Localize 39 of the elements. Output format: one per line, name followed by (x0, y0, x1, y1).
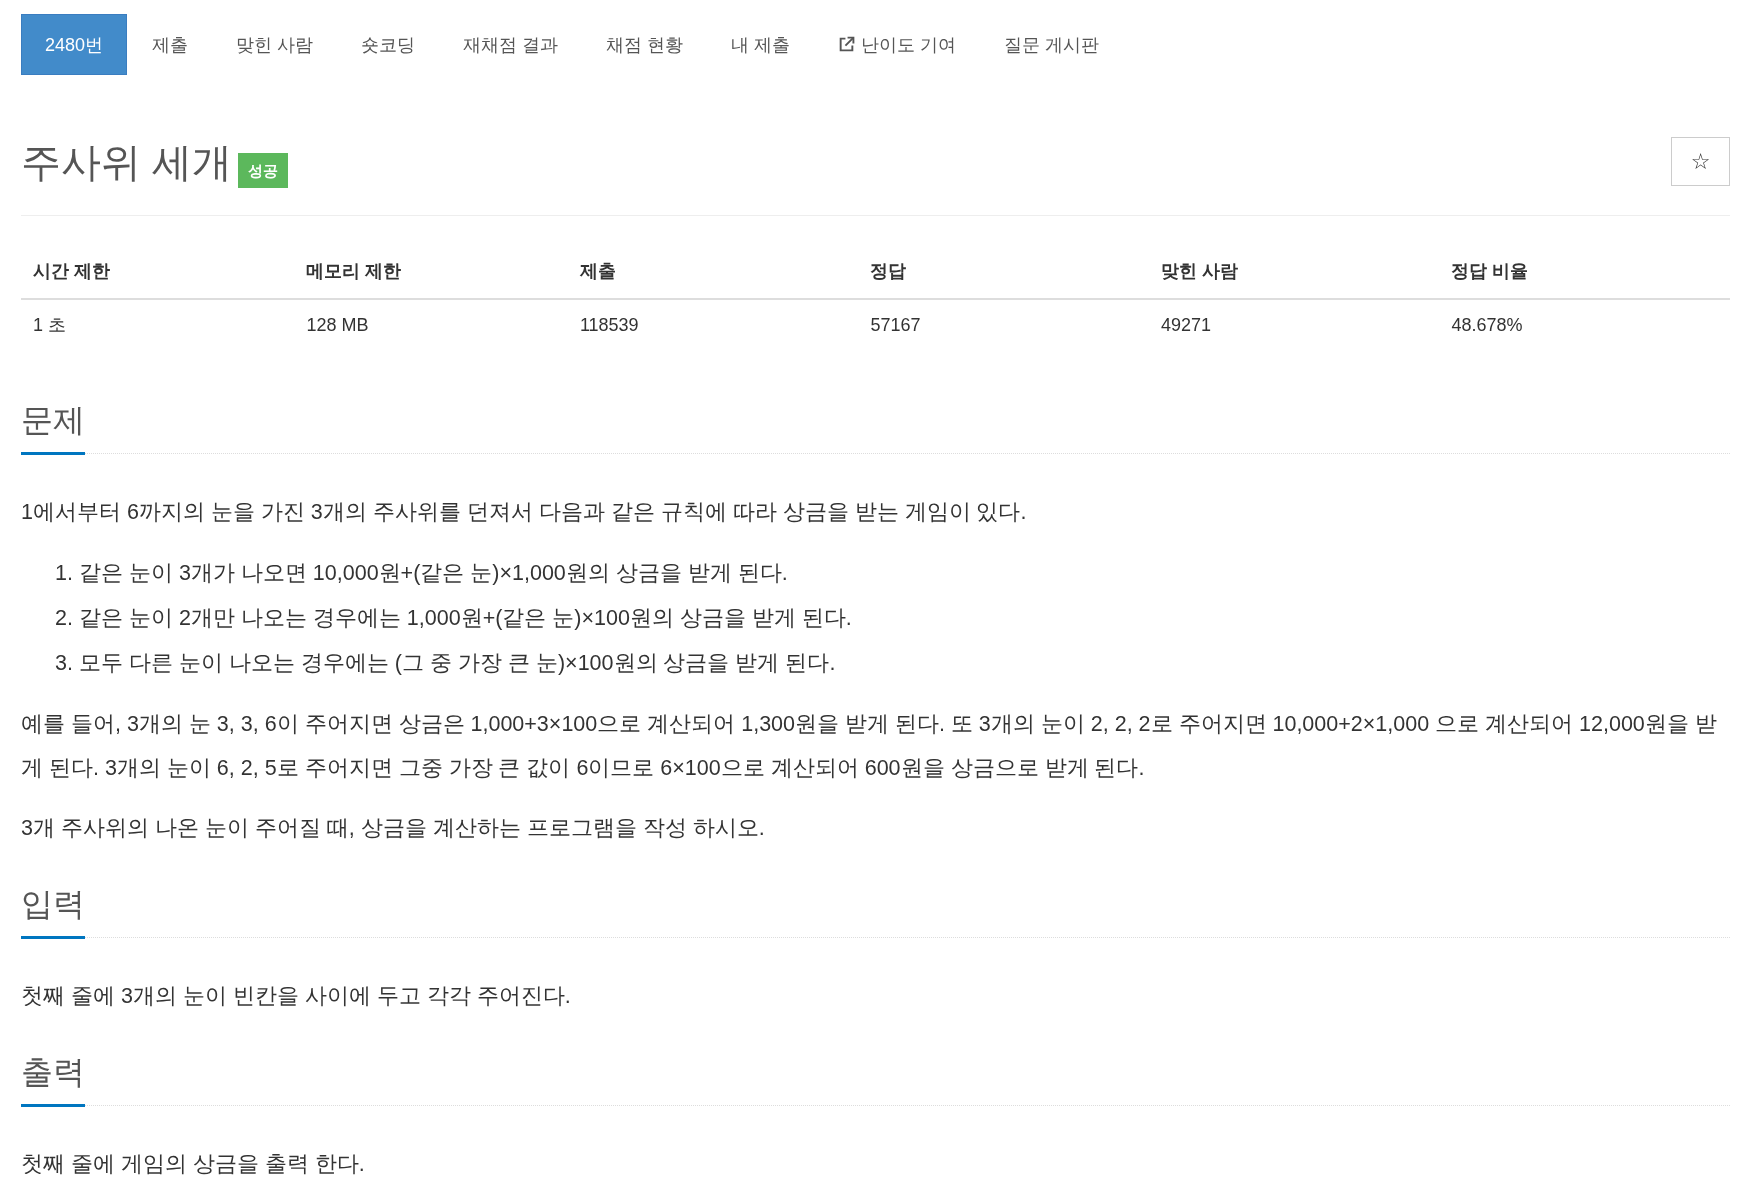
table-cell: 57167 (858, 299, 1149, 350)
table-cell: 128 MB (294, 299, 568, 350)
tab[interactable]: 맞힌 사람 (213, 14, 337, 75)
list-item-text: 같은 눈이 3개가 나오면 10,000원+(같은 눈)×1,000원의 상금을 받게 된다. (79, 560, 789, 587)
list-number: 1. (54, 560, 73, 587)
table-header-cell: 맞힌 사람 (1148, 244, 1440, 299)
tab[interactable]: 숏코딩 (338, 14, 439, 75)
table-cell: 48.678% (1439, 299, 1730, 350)
table-header-cell: 시간 제한 (21, 244, 295, 299)
section-heading: 문제 (21, 400, 85, 455)
section-heading: 출력 (21, 1052, 85, 1107)
table-header-cell: 제출 (567, 244, 859, 299)
tab[interactable]: 재채점 결과 (440, 14, 582, 75)
table-header-cell: 정답 (858, 244, 1149, 299)
list-item-text: 모두 다른 눈이 나오는 경우에는 (그 중 가장 큰 눈)×100원의 상금을 받게 된다. (79, 650, 837, 677)
tab[interactable]: 2480번 (21, 14, 128, 75)
table-cell: 118539 (567, 299, 859, 350)
paragraph: 3개 주사위의 나온 눈이 주어질 때, 상금을 계산하는 프로그램을 작성 하시오. (21, 815, 766, 842)
tab[interactable]: 채점 현황 (583, 14, 707, 75)
favorite-button[interactable]: ☆ (1671, 137, 1730, 186)
external-link-icon (838, 36, 856, 53)
paragraph: 1에서부터 6까지의 눈을 가진 3개의 주사위를 던져서 다음과 같은 규칙에 따라 상금을 받는 게임이 있다. (21, 499, 1028, 526)
problem-title: 주사위 세개 (21, 138, 233, 186)
section-heading: 입력 (21, 884, 85, 939)
tab[interactable]: 난이도 기여 (815, 14, 980, 75)
list-number: 3. (54, 650, 73, 677)
table-cell: 1 초 (21, 299, 295, 350)
paragraph: 예를 들어, 3개의 눈 3, 3, 6이 주어지면 상금은 1,000+3×100으로 계산되어 1,300원을 받게 된다. 또 3개의 눈이 2, 2, 2로 주어지면 10,000+2×1,000 으로 계산되어 12,000원을 받게 된다. 3개의 눈이 6, 2, 5로 주어지면 그중 가장 큰 값이 6이므로 6×100으로 계산되어 600원을 상금으로 받게 된다. (21, 711, 1718, 782)
list-item-text: 같은 눈이 2개만 나오는 경우에는 1,000원+(같은 눈)×100원의 상금을 받게 된다. (79, 605, 853, 632)
table-header-cell: 정답 비율 (1439, 244, 1730, 299)
result-badge: 성공 (238, 153, 289, 188)
paragraph: 첫째 줄에 게임의 상금을 출력 한다. (21, 1151, 366, 1178)
tab[interactable]: 제출 (129, 14, 212, 75)
table-cell: 49271 (1148, 299, 1440, 350)
list-number: 2. (54, 605, 73, 632)
table-header-cell: 메모리 제한 (294, 244, 568, 299)
paragraph: 첫째 줄에 3개의 눈이 빈칸을 사이에 두고 각각 주어진다. (21, 983, 572, 1010)
tab[interactable]: 내 제출 (708, 14, 814, 75)
tab[interactable]: 질문 게시판 (981, 14, 1123, 75)
